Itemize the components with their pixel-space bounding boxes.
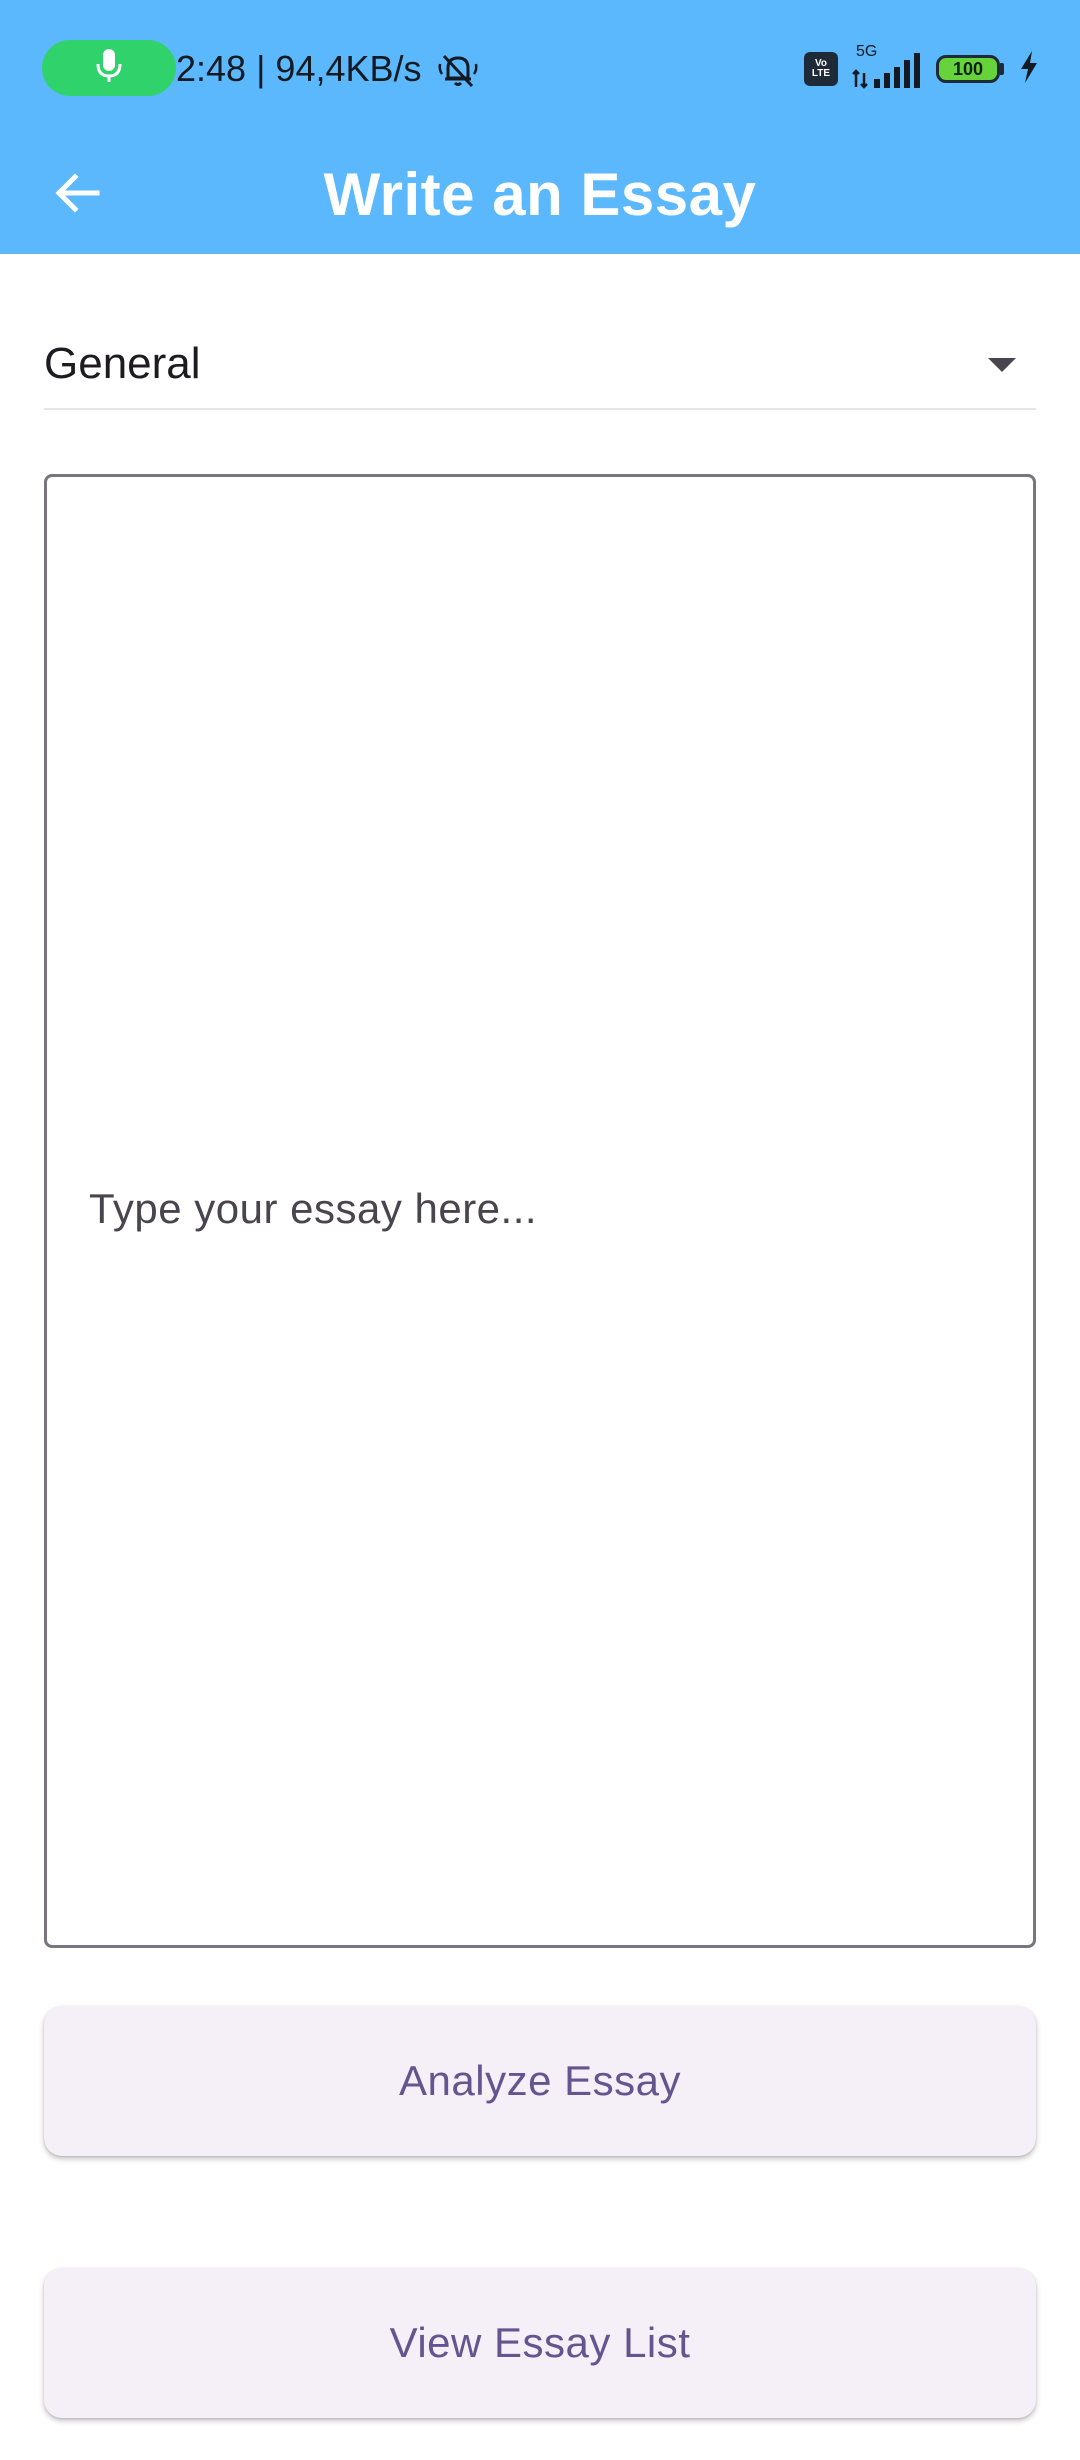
- essay-textarea[interactable]: Type your essay here...: [44, 474, 1036, 1948]
- battery-icon: 100: [936, 55, 1004, 83]
- category-dropdown[interactable]: General: [44, 320, 1036, 410]
- view-essay-list-label: View Essay List: [389, 2319, 691, 2366]
- page-title: Write an Essay: [323, 161, 757, 228]
- volte-label-bottom: LTE: [811, 68, 831, 79]
- volte-icon: Vo LTE: [804, 52, 838, 86]
- category-selected-value: General: [44, 339, 201, 388]
- view-essay-list-button[interactable]: View Essay List: [44, 2268, 1036, 2418]
- essay-placeholder: Type your essay here...: [89, 1185, 538, 1232]
- mic-indicator: [42, 40, 176, 96]
- signal-strength-icon: 5G: [852, 43, 922, 89]
- battery-level: 100: [936, 55, 1000, 83]
- top-app-header: 2:48 | 94,4KB/s Vo LTE 5G 100 Write an E…: [0, 0, 1080, 254]
- app-bar: Write an Essay: [0, 135, 1080, 254]
- microphone-icon: [94, 47, 124, 90]
- analyze-essay-label: Analyze Essay: [399, 2057, 681, 2104]
- dropdown-triangle-icon: [988, 358, 1016, 372]
- analyze-essay-button[interactable]: Analyze Essay: [44, 2006, 1036, 2156]
- lightning-icon: [1018, 50, 1040, 89]
- status-time-speed: 2:48 | 94,4KB/s: [176, 48, 422, 89]
- bell-muted-icon: [436, 48, 480, 92]
- status-indicators: Vo LTE 5G 100: [804, 43, 1040, 94]
- status-bar: 2:48 | 94,4KB/s Vo LTE 5G 100: [0, 0, 1080, 135]
